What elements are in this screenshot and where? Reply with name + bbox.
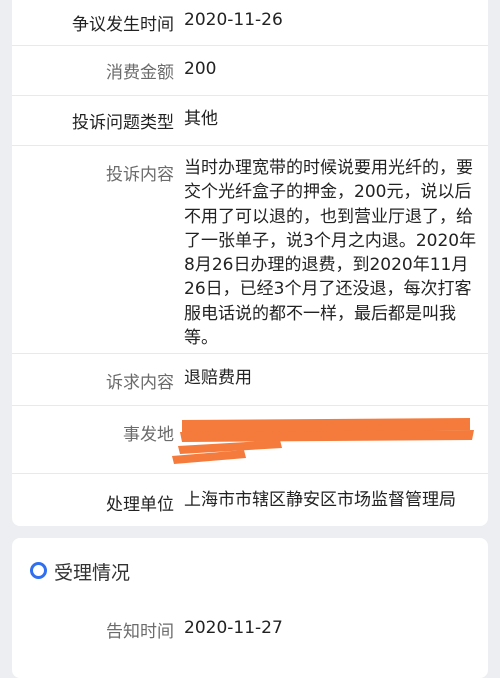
complaint-content-row: 投诉内容 当时办理宽带的时候说要用光纤的，要交个光纤盒子的押金，200元，说以后…: [12, 146, 488, 354]
notify-time-value: 2020-11-27: [184, 618, 283, 638]
circle-icon: [30, 562, 47, 579]
amount-row: 消费金额 200: [12, 46, 488, 96]
notify-time-label: 告知时间: [106, 622, 174, 642]
complaint-type-value: 其他: [184, 109, 218, 129]
case-details-card: 争议发生时间 2020-11-26 消费金额 200 投诉问题类型 其他 投诉内…: [12, 0, 488, 526]
amount-label: 消费金额: [106, 63, 174, 83]
dispute-date-label: 争议发生时间: [72, 15, 174, 35]
handling-unit-row: 处理单位 上海市市辖区静安区市场监督管理局: [12, 474, 488, 526]
incident-location-row: 事发地: [12, 406, 488, 474]
handling-unit-value: 上海市市辖区静安区市场监督管理局: [184, 490, 456, 510]
notify-time-row: 告知时间 2020-11-27: [12, 600, 488, 660]
demand-label: 诉求内容: [106, 373, 174, 393]
complaint-content-value: 当时办理宽带的时候说要用光纤的，要交个光纤盒子的押金，200元，说以后不用了可以…: [184, 158, 477, 349]
dispute-date-row: 争议发生时间 2020-11-26: [12, 0, 488, 46]
acceptance-card: 受理情况 告知时间 2020-11-27: [12, 538, 488, 678]
complaint-content-label: 投诉内容: [106, 165, 174, 185]
dispute-date-value: 2020-11-26: [184, 10, 283, 30]
demand-value: 退赔费用: [184, 368, 252, 388]
acceptance-header: 受理情况: [12, 538, 488, 600]
complaint-type-label: 投诉问题类型: [72, 113, 174, 133]
acceptance-title: 受理情况: [54, 562, 131, 584]
demand-row: 诉求内容 退赔费用: [12, 354, 488, 406]
complaint-type-row: 投诉问题类型 其他: [12, 96, 488, 146]
amount-value: 200: [184, 59, 217, 79]
redaction-scribble: [172, 418, 474, 464]
handling-unit-label: 处理单位: [106, 495, 174, 515]
